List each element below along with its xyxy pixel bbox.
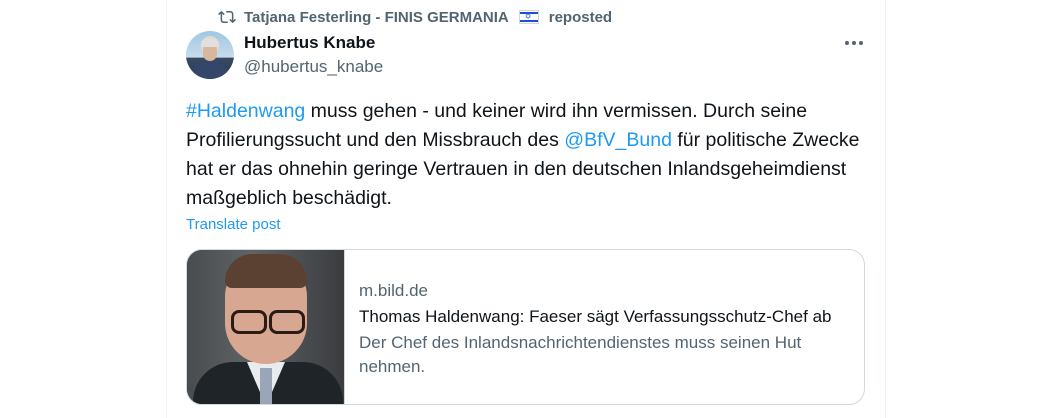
link-preview-card[interactable]: m.bild.de Thomas Haldenwang: Faeser sägt… <box>186 249 865 405</box>
column-border-left <box>166 0 167 418</box>
link-preview-thumbnail <box>187 250 345 404</box>
post-text: #Haldenwang muss gehen - und keiner wird… <box>186 97 866 213</box>
repost-label: reposted <box>548 8 613 26</box>
repost-indicator[interactable]: Tatjana Festerling - FINIS GERMANIA ✡ re… <box>218 6 612 28</box>
link-preview-title: Thomas Haldenwang: Faeser sägt Verfassun… <box>359 307 832 326</box>
avatar-hair <box>201 39 219 47</box>
repost-icon <box>218 10 236 24</box>
column-border-right <box>885 0 886 418</box>
author-display-name[interactable]: Hubertus Knabe <box>244 33 375 53</box>
israel-flag-icon: ✡ <box>518 10 539 24</box>
avatar[interactable] <box>186 31 234 79</box>
link-preview-meta: m.bild.de Thomas Haldenwang: Faeser sägt… <box>359 250 864 404</box>
link-preview-domain: m.bild.de <box>359 281 428 300</box>
repost-author[interactable]: Tatjana Festerling - FINIS GERMANIA <box>244 9 509 26</box>
mention-link[interactable]: @BfV_Bund <box>564 129 672 151</box>
translate-post-link[interactable]: Translate post <box>186 216 281 233</box>
author-handle[interactable]: @hubertus_knabe <box>244 57 383 77</box>
link-preview-description: Der Chef des Inlandsnachrichtendienstes … <box>359 333 802 376</box>
more-options-icon[interactable] <box>842 33 866 53</box>
avatar-body <box>192 61 228 79</box>
hashtag-link[interactable]: #Haldenwang <box>186 100 305 122</box>
